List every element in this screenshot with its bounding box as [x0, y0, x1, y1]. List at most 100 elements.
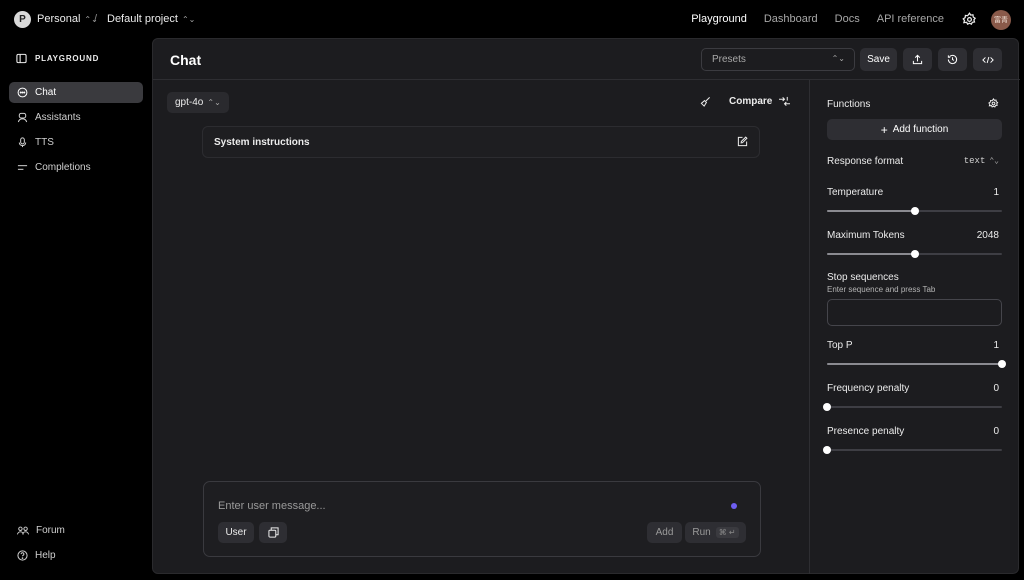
assistant-icon — [17, 112, 28, 123]
sidebar-item-assistants[interactable]: Assistants — [9, 107, 143, 128]
chat-bubble-icon — [17, 87, 28, 98]
sidebar-item-label: Help — [35, 550, 56, 561]
top-nav: Playground Dashboard Docs API reference — [674, 13, 944, 25]
project-selector[interactable]: Default project ⌃⌄ — [107, 13, 195, 25]
slider-thumb[interactable] — [823, 403, 831, 411]
code-icon — [981, 56, 994, 63]
sidebar: PLAYGROUND Chat Assistants TTS Completio… — [0, 38, 152, 580]
presets-select[interactable]: Presets ⌃⌄ — [701, 48, 855, 71]
chevron-updown-icon: ⌃⌄ — [207, 98, 221, 107]
stop-sequences-hint: Enter sequence and press Tab — [827, 285, 936, 294]
temperature-label: Temperature — [827, 187, 884, 198]
top-p-label: Top P — [827, 340, 853, 351]
presence-penalty-value: 0 — [993, 426, 999, 437]
sidebar-item-tts[interactable]: TTS — [9, 132, 143, 153]
temperature-slider[interactable] — [827, 207, 1002, 215]
sidebar-item-completions[interactable]: Completions — [9, 157, 143, 178]
chevron-updown-icon: ⌃⌄ — [181, 15, 196, 24]
stop-sequences-label: Stop sequences — [827, 272, 899, 283]
slider-thumb[interactable] — [910, 250, 919, 258]
system-instructions-label: System instructions — [214, 137, 310, 148]
save-button[interactable]: Save — [860, 48, 897, 71]
broom-icon[interactable] — [700, 96, 711, 107]
role-toggle-button[interactable]: User — [218, 522, 254, 543]
sidebar-item-help[interactable]: Help — [9, 545, 143, 566]
page-title: Chat — [170, 52, 202, 68]
sidebar-title-text: PLAYGROUND — [35, 54, 100, 63]
functions-label: Functions — [827, 99, 871, 110]
lines-icon — [17, 165, 28, 170]
presence-penalty-label: Presence penalty — [827, 426, 905, 437]
sidebar-title: PLAYGROUND — [16, 53, 99, 64]
top-p-value: 1 — [993, 340, 999, 351]
slider-thumb[interactable] — [910, 207, 919, 215]
system-instructions-box[interactable]: System instructions — [202, 126, 760, 158]
max-tokens-slider[interactable] — [827, 250, 1002, 258]
plus-icon: + — [880, 122, 888, 137]
presets-placeholder: Presets — [712, 54, 746, 65]
slider-thumb[interactable] — [998, 360, 1006, 368]
frequency-penalty-value: 0 — [993, 383, 999, 394]
org-selector[interactable]: Personal ⌃⌄ — [37, 13, 98, 25]
nav-docs[interactable]: Docs — [835, 13, 860, 25]
sidebar-item-label: Completions — [35, 162, 91, 173]
view-code-button[interactable] — [973, 48, 1002, 71]
model-selector[interactable]: gpt-4o ⌃⌄ — [167, 92, 229, 113]
sidebar-item-label: TTS — [35, 137, 54, 148]
settings-gear-icon[interactable] — [962, 12, 977, 27]
run-shortcut: ⌘ ↵ — [715, 527, 739, 538]
main-panel: Chat Presets ⌃⌄ Save gpt-4o ⌃⌄ Compare Sy… — [152, 38, 1020, 574]
frequency-penalty-slider[interactable] — [823, 403, 1002, 411]
sidebar-item-label: Forum — [36, 525, 65, 536]
breadcrumb-separator: / — [94, 13, 98, 25]
org-name: Personal — [37, 13, 81, 25]
slider-fill — [827, 363, 1002, 365]
history-icon — [947, 54, 958, 65]
max-tokens-label: Maximum Tokens — [827, 230, 905, 241]
main-header: Chat Presets ⌃⌄ Save — [153, 39, 1020, 80]
message-composer: User Add Run ⌘ ↵ — [203, 481, 761, 557]
slider-fill — [827, 210, 915, 212]
presence-penalty-slider[interactable] — [823, 446, 1002, 454]
compare-label: Compare — [729, 96, 773, 107]
add-message-button[interactable]: Add — [647, 522, 682, 543]
sidebar-item-label: Chat — [35, 87, 57, 98]
nav-playground[interactable]: Playground — [691, 13, 747, 25]
org-avatar[interactable]: P — [14, 11, 31, 28]
frequency-penalty-label: Frequency penalty — [827, 383, 910, 394]
user-avatar[interactable]: 富青 — [991, 10, 1011, 30]
image-gallery-icon — [267, 527, 279, 538]
share-button[interactable] — [903, 48, 932, 71]
temperature-value: 1 — [993, 187, 999, 198]
settings-panel: Functions + Add function Response format… — [810, 80, 1019, 574]
user-message-input[interactable] — [218, 499, 688, 513]
gear-icon[interactable] — [988, 98, 999, 109]
stop-sequences-input[interactable] — [827, 299, 1002, 326]
run-button[interactable]: Run ⌘ ↵ — [685, 522, 746, 543]
response-format-value: text — [963, 156, 986, 166]
sidebar-panel-icon[interactable] — [16, 53, 27, 64]
status-dot — [731, 503, 737, 509]
compare-button[interactable]: Compare — [729, 96, 791, 107]
top-p-slider[interactable] — [827, 360, 1006, 368]
sidebar-item-forum[interactable]: Forum — [9, 520, 143, 541]
slider-thumb[interactable] — [823, 446, 831, 454]
model-name: gpt-4o — [175, 97, 204, 108]
top-bar: P Personal ⌃⌄ / Default project ⌃⌄ Playgro… — [0, 0, 1024, 38]
sidebar-item-label: Assistants — [35, 112, 81, 123]
nav-api-reference[interactable]: API reference — [877, 13, 944, 25]
nav-dashboard[interactable]: Dashboard — [764, 13, 818, 25]
sidebar-item-chat[interactable]: Chat — [9, 82, 143, 103]
max-tokens-value: 2048 — [976, 230, 999, 241]
add-function-label: Add function — [892, 124, 949, 135]
add-function-button[interactable]: + Add function — [827, 119, 1002, 140]
attach-button[interactable] — [259, 522, 287, 543]
response-format-select[interactable]: text ⌃⌄ — [964, 156, 999, 166]
history-button[interactable] — [938, 48, 967, 71]
chat-area: gpt-4o⌃⌄ Compare System instructions Use… — [153, 80, 810, 574]
response-format-label: Response format — [827, 156, 904, 167]
upload-icon — [912, 54, 923, 65]
edit-icon[interactable] — [737, 136, 748, 147]
compare-arrows-icon — [779, 96, 791, 106]
microphone-icon — [18, 137, 27, 148]
